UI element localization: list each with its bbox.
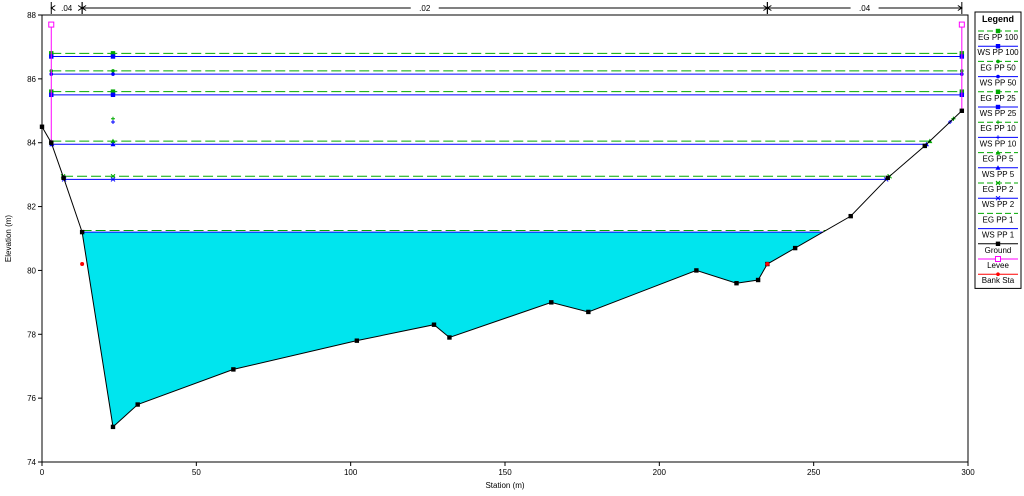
legend-item-label-1: WS PP 100: [977, 48, 1019, 57]
ground-point-8: [431, 322, 437, 327]
manning-label-2: .04: [859, 4, 871, 13]
levee-marker-0: [48, 21, 55, 28]
ground-point-9: [447, 335, 452, 340]
ground-point-12: [694, 268, 699, 273]
profile-marker-ws-pp-25-1: [110, 92, 116, 98]
profile-marker-ws-pp-100-1: [110, 54, 116, 59]
legend-item-label-14: Ground: [985, 246, 1012, 255]
bank-station-0: [80, 262, 85, 267]
ground-point-10: [549, 300, 554, 305]
y-tick-label-1: 76: [27, 394, 36, 403]
ground-point-17: [848, 213, 853, 219]
y-axis-title: Elevation (m): [4, 215, 13, 262]
legend-item-label-16: Bank Sta: [982, 276, 1015, 285]
ground-point-13: [734, 281, 739, 286]
legend-item-label-12: EG PP 1: [983, 215, 1015, 224]
x-tick-label-4: 200: [653, 468, 667, 477]
legend-item-label-8: EG PP 5: [983, 155, 1015, 164]
x-tick-label-0: 0: [40, 468, 45, 477]
ground-point-7: [354, 338, 360, 343]
cross-section-chart: 0 50 100 150 200 250 300 74 76 78 80 82 84 86 88 Statio…: [0, 0, 1024, 491]
chart-svg: 0 50 100 150 200 250 300 74 76 78 80 82 84 86 88 Statio…: [4, 2, 1022, 490]
x-tick-label-1: 50: [192, 468, 201, 477]
profile-marker-eg-pp-50-1: [111, 69, 115, 73]
ground-point-6: [231, 367, 236, 372]
legend-item-label-15: Levee: [987, 261, 1009, 270]
y-tick-label-3: 80: [27, 266, 36, 275]
profile-marker-ws-pp-50-1: [111, 72, 115, 76]
legend-item-label-10: EG PP 2: [983, 185, 1015, 194]
ground-point-4: [110, 424, 116, 430]
y-tick-label-2: 78: [27, 330, 36, 339]
legend-item-label-5: WS PP 25: [980, 109, 1017, 118]
y-tick-label-7: 88: [27, 11, 36, 20]
ground-point-18: [885, 175, 890, 181]
x-tick-label-2: 100: [344, 468, 358, 477]
y-tick-label-5: 84: [27, 139, 36, 148]
bank-station-1: [765, 262, 770, 267]
ground-point-5: [135, 402, 140, 407]
y-tick-label-4: 82: [27, 203, 36, 212]
ground-point-3: [79, 229, 85, 235]
x-tick-label-6: 300: [961, 468, 975, 477]
x-tick-label-5: 250: [807, 468, 821, 477]
ground-point-20: [959, 108, 965, 113]
x-axis-title: Station (m): [485, 481, 524, 490]
manning-label-1: .02: [419, 4, 431, 13]
manning-label-0: .04: [61, 4, 73, 13]
ground-point-1: [49, 140, 54, 145]
legend-item-label-11: WS PP 2: [982, 200, 1015, 209]
levee-marker-1: [958, 21, 965, 28]
legend-item-label-13: WS PP 1: [982, 231, 1015, 240]
ground-point-2: [61, 175, 66, 181]
x-tick-label-3: 150: [498, 468, 512, 477]
legend: Legend EG PP 100 WS PP 100 EG PP 50 WS PP 50…: [974, 11, 1022, 289]
legend-item-label-0: EG PP 100: [978, 33, 1018, 42]
ground-point-19: [922, 143, 927, 149]
legend-item-label-4: EG PP 25: [980, 94, 1016, 103]
legend-item-label-2: EG PP 50: [980, 63, 1016, 72]
ground-point-16: [792, 245, 798, 251]
y-tick-label-6: 86: [27, 75, 36, 84]
legend-item-label-6: EG PP 10: [980, 124, 1016, 133]
manning-arrow-left-0: [50, 5, 56, 11]
ground-point-0: [39, 124, 45, 129]
legend-item-label-7: WS PP 10: [980, 139, 1017, 148]
legend-item-label-3: WS PP 50: [980, 79, 1017, 88]
ground-point-14: [755, 277, 761, 283]
ground-point-11: [586, 309, 591, 315]
y-tick-label-0: 74: [27, 458, 36, 467]
legend-title: Legend: [982, 14, 1014, 24]
legend-item-label-9: WS PP 5: [982, 170, 1015, 179]
